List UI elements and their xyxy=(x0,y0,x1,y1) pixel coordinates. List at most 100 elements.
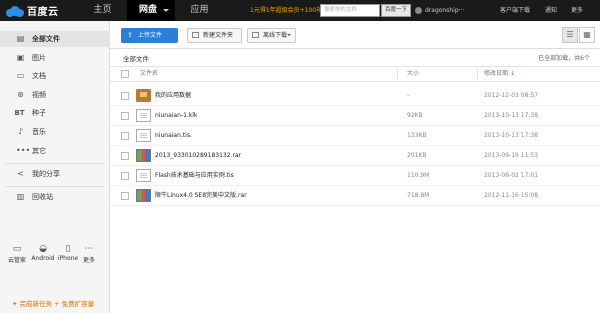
device-label: iPhone xyxy=(57,255,79,262)
row-checkbox[interactable] xyxy=(121,92,129,100)
search-button[interactable]: 百度一下 xyxy=(381,4,411,17)
table-row[interactable]: Flash技术基础与应用实例.tis 110.9M 2013-06-02 17:… xyxy=(110,166,600,186)
username: dragonship··· xyxy=(425,7,465,14)
device-iphone[interactable]: ▯ iPhone xyxy=(56,243,80,262)
grid-view-button[interactable]: ▦ xyxy=(579,27,595,43)
download-icon xyxy=(252,32,259,38)
sidebar-item-images[interactable]: ▣ 图片 xyxy=(0,50,110,66)
file-name[interactable]: niunaian.tis. xyxy=(155,126,192,146)
table-row[interactable]: niunaian.tis. 133KB 2013-10-13 17:38 xyxy=(110,126,600,146)
trash-icon: ▥ xyxy=(16,192,25,201)
row-checkbox[interactable] xyxy=(121,152,129,160)
logo-text: 百度云 xyxy=(27,7,59,18)
rar-archive-icon xyxy=(136,149,151,162)
file-size: - xyxy=(407,92,410,99)
monitor-icon: ▭ xyxy=(12,244,22,254)
sort-desc-icon: ↓ xyxy=(509,70,515,77)
file-date: 2012-11-16 15:08 xyxy=(484,192,539,199)
table-row[interactable]: 2013_933010289183132.rar 201KB 2013-09-1… xyxy=(110,146,600,166)
device-label: 更多 xyxy=(82,257,95,264)
file-size: 718.8M xyxy=(407,192,430,199)
sidebar: ▤ 全部文件 ▣ 图片 ▭ 文档 ⊛ 视频 BT 种子 ♪ 音乐 ••• 其它 … xyxy=(0,21,110,313)
folder-plus-icon xyxy=(192,32,199,38)
file-icon xyxy=(136,109,151,122)
nav-netdisk[interactable]: 网盘 xyxy=(127,0,175,21)
all-files-icon: ▤ xyxy=(16,34,25,43)
file-size: 110.9M xyxy=(407,172,430,179)
file-date: 2012-12-03 08:57 xyxy=(484,92,539,99)
table-row[interactable]: niunaian-1.klk 92KB 2013-10-13 17:38 xyxy=(110,106,600,126)
file-date: 2013-06-02 17:01 xyxy=(484,172,539,179)
column-date[interactable]: 修改日期 ↓ xyxy=(484,67,515,81)
more-link[interactable]: 更多 xyxy=(571,0,583,21)
sidebar-item-label: 全部文件 xyxy=(32,35,60,43)
task-icon: ✦ xyxy=(12,300,20,308)
new-folder-button[interactable]: 新建文件夹 xyxy=(187,28,242,43)
baidu-cloud-logo[interactable]: 百度云 xyxy=(6,3,59,18)
select-all-checkbox[interactable] xyxy=(121,70,129,78)
device-label: Android xyxy=(31,255,55,262)
file-size: 92KB xyxy=(407,112,423,119)
column-name[interactable]: 文件名 xyxy=(140,67,158,81)
file-name[interactable]: Flash技术基础与应用实例.tis xyxy=(155,166,234,186)
nav-apps[interactable]: 应用 xyxy=(177,0,222,21)
column-date-label: 修改日期 xyxy=(484,70,509,77)
row-checkbox[interactable] xyxy=(121,192,129,200)
sidebar-item-recycle-bin[interactable]: ▥ 回收站 xyxy=(0,189,110,205)
search-input[interactable]: 搜索你的文件 xyxy=(320,4,380,17)
rar-archive-icon xyxy=(136,189,151,202)
offline-download-button[interactable]: 离线下载 xyxy=(247,28,296,43)
sidebar-item-documents[interactable]: ▭ 文档 xyxy=(0,68,110,84)
task-promo-link[interactable]: ✦ 完成新任务 + 免费扩容量 xyxy=(12,298,94,308)
table-row[interactable]: 我的应用数据 - 2012-12-03 08:57 xyxy=(110,86,600,106)
file-size: 201KB xyxy=(407,152,427,159)
file-icon xyxy=(136,129,151,142)
sidebar-item-my-shares[interactable]: < 我的分享 xyxy=(0,166,110,182)
image-icon: ▣ xyxy=(16,53,25,62)
file-name[interactable]: 限牛Linux4.0 SE8完美中文版.rar xyxy=(155,186,247,206)
file-name[interactable]: 我的应用数据 xyxy=(155,86,191,106)
client-download-link[interactable]: 客户端下载 xyxy=(500,0,530,21)
sidebar-item-music[interactable]: ♪ 音乐 xyxy=(0,124,110,140)
column-size[interactable]: 大小 xyxy=(407,67,419,81)
row-checkbox[interactable] xyxy=(121,112,129,120)
offline-download-label: 离线下载 xyxy=(263,32,288,39)
sidebar-item-all-files[interactable]: ▤ 全部文件 xyxy=(0,31,110,47)
grid-view-icon: ▦ xyxy=(583,30,591,39)
file-name[interactable]: 2013_933010289183132.rar xyxy=(155,146,241,166)
sidebar-divider xyxy=(6,186,104,187)
sidebar-item-other[interactable]: ••• 其它 xyxy=(0,143,110,159)
sidebar-item-label: 种子 xyxy=(32,109,46,117)
row-checkbox[interactable] xyxy=(121,172,129,180)
music-icon: ♪ xyxy=(17,127,24,136)
sidebar-item-label: 我的分享 xyxy=(32,170,60,178)
list-view-button[interactable]: ☰ xyxy=(562,27,578,43)
device-android[interactable]: ◒ Android xyxy=(30,243,56,262)
more-icon: ⋯ xyxy=(84,244,94,254)
table-row[interactable]: 限牛Linux4.0 SE8完美中文版.rar 718.8M 2012-11-1… xyxy=(110,186,600,206)
breadcrumb[interactable]: 全部文件 xyxy=(123,53,149,63)
document-icon: ▭ xyxy=(16,71,25,80)
user-menu[interactable]: dragonship··· xyxy=(415,0,464,21)
sidebar-item-torrents[interactable]: BT 种子 xyxy=(0,105,110,121)
sidebar-item-label: 图片 xyxy=(32,54,46,62)
notifications-link[interactable]: 通知 xyxy=(545,0,557,21)
file-name[interactable]: niunaian-1.klk xyxy=(155,106,197,126)
column-divider xyxy=(477,69,478,79)
promo-link[interactable]: 1元得1年超级会员+100礼包 xyxy=(250,0,328,21)
sidebar-item-label: 回收站 xyxy=(32,193,53,201)
nav-home[interactable]: 主页 xyxy=(80,0,125,21)
sidebar-item-label: 文档 xyxy=(32,72,46,80)
row-checkbox[interactable] xyxy=(121,132,129,140)
video-icon: ⊛ xyxy=(17,90,24,99)
device-cloud-manager[interactable]: ▭ 云管家 xyxy=(6,243,28,264)
upload-button[interactable]: 上传文件 xyxy=(121,28,178,43)
sidebar-item-label: 其它 xyxy=(32,147,46,155)
share-icon: < xyxy=(17,169,24,178)
column-divider xyxy=(397,69,398,79)
sidebar-item-videos[interactable]: ⊛ 视频 xyxy=(0,87,110,103)
file-date: 2013-09-19 11:53 xyxy=(484,152,539,159)
file-size: 133KB xyxy=(407,132,427,139)
list-view-icon: ☰ xyxy=(566,30,574,39)
device-more[interactable]: ⋯ 更多 xyxy=(80,243,98,264)
